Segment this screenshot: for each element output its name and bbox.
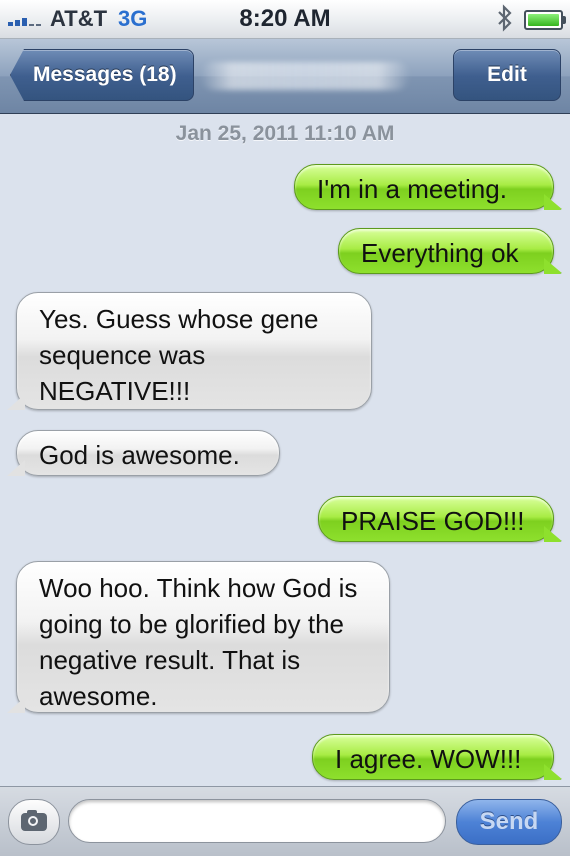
message-input[interactable] bbox=[68, 799, 446, 843]
edit-button[interactable]: Edit bbox=[453, 49, 561, 101]
nav-bar: Messages (18) Edit bbox=[0, 39, 570, 114]
sent-message-bubble[interactable]: I'm in a meeting. bbox=[294, 164, 563, 210]
message-text: Everything ok bbox=[361, 238, 519, 268]
conversation-timestamp: Jan 25, 2011 11:10 AM bbox=[175, 122, 395, 145]
camera-button[interactable] bbox=[8, 799, 60, 845]
conversation-view[interactable]: Jan 25, 2011 11:10 AM I'm in a meeting. … bbox=[0, 114, 570, 786]
sent-message-bubble[interactable]: Everything ok bbox=[338, 228, 563, 274]
message-text: God is awesome. bbox=[39, 440, 240, 470]
message-text: I'm in a meeting. bbox=[317, 174, 507, 204]
received-message-bubble[interactable]: Yes. Guess whose gene sequence was NEGAT… bbox=[7, 292, 372, 410]
status-time: 8:20 AM bbox=[239, 5, 331, 32]
sent-message-bubble[interactable]: PRAISE GOD!!! bbox=[318, 496, 563, 542]
status-bar: AT&T 3G 8:20 AM bbox=[0, 0, 570, 39]
message-input-bar: Send bbox=[0, 786, 570, 856]
received-message-bubble[interactable]: Woo hoo. Think how God is going to be gl… bbox=[7, 561, 390, 713]
send-button[interactable]: Send bbox=[456, 799, 562, 845]
message-text: PRAISE GOD!!! bbox=[341, 506, 525, 536]
back-button-label: Messages (18) bbox=[33, 63, 177, 86]
received-message-bubble[interactable]: God is awesome. bbox=[7, 430, 280, 476]
message-text: Yes. Guess whose gene sequence was NEGAT… bbox=[39, 304, 319, 406]
message-text: I agree. WOW!!! bbox=[335, 744, 522, 774]
contact-name-blurred bbox=[200, 62, 410, 90]
battery-icon bbox=[524, 10, 566, 30]
message-text: Woo hoo. Think how God is going to be gl… bbox=[39, 573, 358, 711]
sent-message-bubble[interactable]: I agree. WOW!!! bbox=[312, 734, 563, 780]
bluetooth-icon bbox=[498, 4, 512, 32]
messages-back-button[interactable]: Messages (18) bbox=[10, 49, 194, 101]
